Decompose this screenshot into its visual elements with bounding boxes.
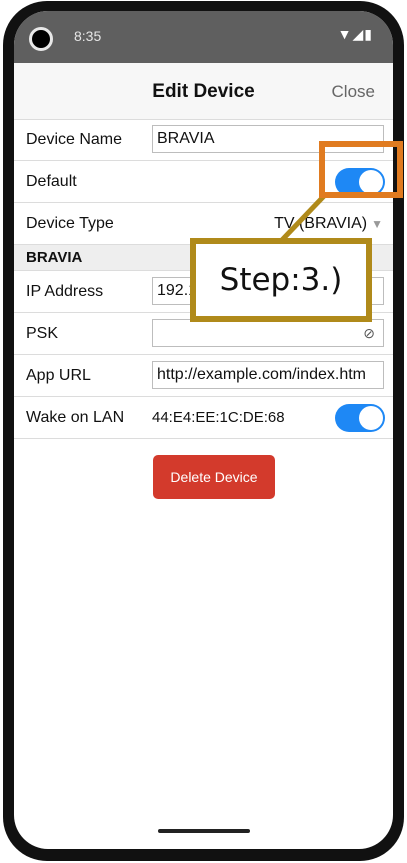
mac-address: 44:E4:EE:1C:DE:68 [152, 409, 285, 426]
camera-cutout [29, 27, 53, 51]
home-indicator[interactable] [158, 829, 250, 833]
section-title: BRAVIA [26, 249, 83, 266]
delete-device-button[interactable]: Delete Device [153, 455, 275, 499]
signal-icon: ◢ [352, 26, 365, 42]
device-type-select[interactable]: TV (BRAVIA) ▼ [274, 215, 383, 233]
close-button[interactable]: Close [332, 82, 375, 102]
status-bar: 8:35 ▼◢▮ [14, 11, 393, 63]
phone-screen: 8:35 ▼◢▮ Edit Device Close Device Name B… [14, 11, 393, 849]
battery-icon: ▮ [364, 26, 373, 42]
nav-bar: Edit Device Close [14, 63, 393, 120]
step-callout: Step:3.) [190, 238, 372, 322]
step-label: Step:3.) [219, 262, 343, 298]
wake-on-lan-row: Wake on LAN 44:E4:EE:1C:DE:68 [14, 397, 393, 439]
psk-input[interactable] [152, 319, 384, 347]
wake-on-lan-toggle[interactable] [335, 404, 385, 432]
callout-highlight-box [319, 141, 403, 198]
toggle-knob [359, 406, 383, 430]
ip-address-label: IP Address [26, 283, 104, 300]
app-url-label: App URL [26, 367, 91, 384]
psk-label: PSK [26, 325, 59, 342]
default-label: Default [26, 173, 77, 190]
chevron-down-icon: ▼ [371, 217, 383, 231]
status-time: 8:35 [74, 28, 102, 44]
app-url-row: App URL http://example.com/index.htm [14, 355, 393, 397]
eye-off-icon[interactable]: ⊘ [363, 325, 375, 342]
device-type-label: Device Type [26, 215, 114, 232]
device-name-label: Device Name [26, 131, 123, 148]
app-url-input[interactable]: http://example.com/index.htm [152, 361, 384, 389]
device-type-value: TV (BRAVIA) [274, 215, 368, 232]
wake-on-lan-label: Wake on LAN [26, 409, 125, 426]
wifi-icon: ▼ [337, 26, 353, 42]
phone-frame: 8:35 ▼◢▮ Edit Device Close Device Name B… [3, 1, 404, 861]
